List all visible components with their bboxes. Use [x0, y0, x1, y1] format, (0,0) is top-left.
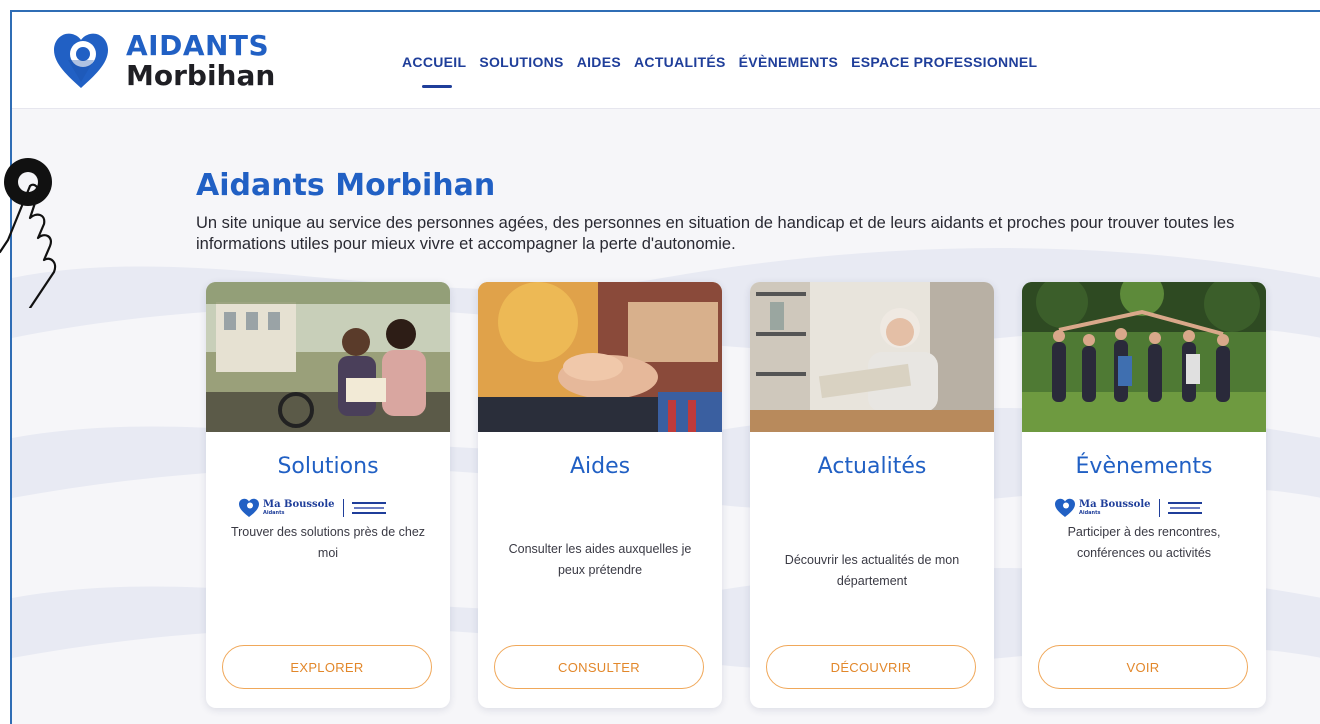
- nav-item-actualites[interactable]: ACTUALITÉS: [634, 54, 726, 70]
- card-description: Découvrir les actualités de mon départem…: [784, 553, 960, 588]
- ma-boussole-badge: Ma Boussole Aidants: [238, 496, 386, 520]
- page-description: Un site unique au service des personnes …: [196, 214, 1235, 253]
- badge-divider: [1158, 499, 1160, 517]
- consulter-button[interactable]: CONSULTER: [494, 645, 704, 689]
- voir-button[interactable]: VOIR: [1038, 645, 1248, 689]
- card-aides[interactable]: Aides Consulter les aides auxquelles je …: [478, 282, 722, 708]
- nav-item-evenements[interactable]: ÉVÈNEMENTS: [739, 54, 838, 70]
- card-image-actualites: [750, 282, 994, 432]
- nav-item-aides[interactable]: AIDES: [577, 54, 621, 70]
- card-title: Aides: [569, 454, 631, 479]
- card-evenements[interactable]: Évènements Ma Boussole Aidants Participer…: [1022, 282, 1266, 708]
- nav-item-accueil[interactable]: ACCUEIL: [402, 54, 466, 88]
- card-description: Participer à des rencontres, conférences…: [1067, 525, 1221, 560]
- main-nav: ACCUEIL SOLUTIONS AIDES ACTUALITÉS ÉVÈNE…: [402, 54, 1037, 88]
- heart-pin-icon: [1055, 498, 1075, 517]
- badge-sub: Aidants: [263, 510, 285, 516]
- decouvrir-button[interactable]: DÉCOUVRIR: [766, 645, 976, 689]
- card-image-solutions: [206, 282, 450, 432]
- card-title: Solutions: [277, 454, 379, 479]
- card-title: Actualités: [817, 454, 927, 479]
- site-header: AIDANTS Morbihan ACCUEIL SOLUTIONS AIDES…: [12, 12, 1320, 109]
- card-image-evenements: [1022, 282, 1266, 432]
- badge-divider: [342, 499, 344, 517]
- nav-item-solutions[interactable]: SOLUTIONS: [479, 54, 563, 70]
- heart-pin-icon: [54, 33, 108, 88]
- card-description: Consulter les aides auxquelles je peux p…: [508, 542, 692, 577]
- badge-sub: Aidants: [1079, 510, 1101, 516]
- site-logo[interactable]: AIDANTS Morbihan: [50, 30, 275, 92]
- partner-logo: [351, 502, 386, 514]
- page-title: Aidants Morbihan: [196, 168, 496, 203]
- card-grid: Solutions Ma Boussole Aidants Trouver des…: [206, 282, 1266, 708]
- hand-pointer-icon: [0, 158, 57, 308]
- browser-frame: AIDANTS Morbihan ACCUEIL SOLUTIONS AIDES…: [10, 10, 1320, 724]
- logo-title-line1: AIDANTS: [126, 29, 270, 62]
- card-image-aides: [478, 282, 722, 432]
- card-title: Évènements: [1075, 454, 1213, 479]
- card-description: Trouver des solutions près de chez moi: [230, 525, 426, 560]
- ma-boussole-badge: Ma Boussole Aidants: [1054, 496, 1202, 520]
- nav-item-espace-professionnel[interactable]: ESPACE PROFESSIONNEL: [851, 54, 1037, 70]
- card-actualites[interactable]: Actualités Découvrir les actualités de m…: [750, 282, 994, 708]
- logo-title-line2: Morbihan: [126, 59, 276, 92]
- badge-name: Ma Boussole: [263, 499, 335, 510]
- partner-logo: [1167, 502, 1202, 514]
- card-solutions[interactable]: Solutions Ma Boussole Aidants Trouver des…: [206, 282, 450, 708]
- heart-pin-icon: [239, 498, 259, 517]
- explorer-button[interactable]: EXPLORER: [222, 645, 432, 689]
- badge-name: Ma Boussole: [1079, 499, 1151, 510]
